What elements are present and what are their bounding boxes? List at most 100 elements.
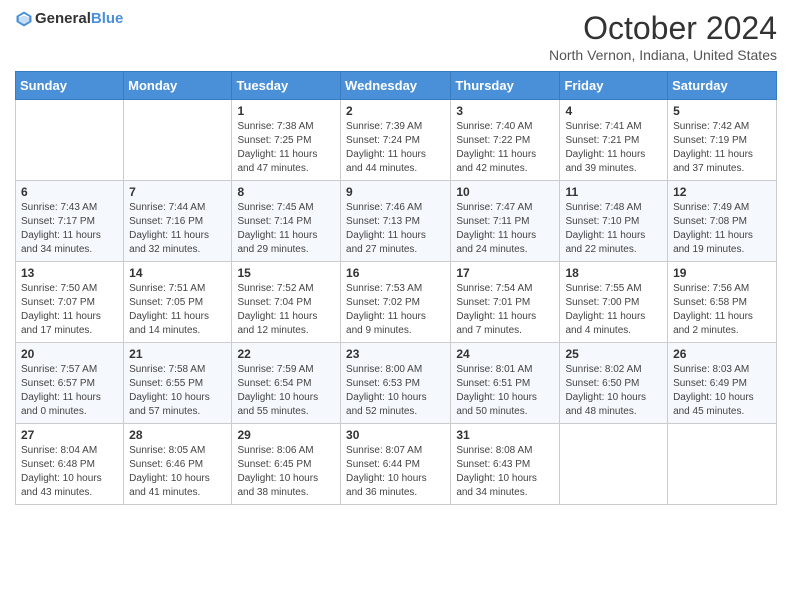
day-info: Sunrise: 8:06 AM Sunset: 6:45 PM Dayligh… xyxy=(237,444,335,500)
day-info: Sunrise: 7:40 AM Sunset: 7:22 PM Dayligh… xyxy=(456,120,554,176)
calendar-cell: 22Sunrise: 7:59 AM Sunset: 6:54 PM Dayli… xyxy=(232,343,341,424)
day-number: 8 xyxy=(237,185,335,199)
day-number: 15 xyxy=(237,266,335,280)
day-info: Sunrise: 7:49 AM Sunset: 7:08 PM Dayligh… xyxy=(673,201,771,257)
day-info: Sunrise: 8:07 AM Sunset: 6:44 PM Dayligh… xyxy=(346,444,445,500)
logo-icon xyxy=(15,10,33,28)
logo-blue: Blue xyxy=(91,10,124,27)
title-block: October 2024 North Vernon, Indiana, Unit… xyxy=(549,10,777,63)
day-number: 25 xyxy=(565,347,662,361)
day-number: 14 xyxy=(129,266,226,280)
day-header-monday: Monday xyxy=(124,72,232,100)
day-info: Sunrise: 7:58 AM Sunset: 6:55 PM Dayligh… xyxy=(129,363,226,419)
calendar-week-row: 27 Sunrise: 8:04 AM Sunset: 6:48 PM Dayli… xyxy=(16,424,777,505)
day-info: Sunrise: 7:55 AM Sunset: 7:00 PM Dayligh… xyxy=(565,282,662,338)
calendar-cell: 15 Sunrise: 7:52 AM Sunset: 7:04 PM Dayli… xyxy=(232,262,341,343)
day-number: 27 xyxy=(21,428,118,442)
calendar-cell: 6 Sunrise: 7:43 AM Sunset: 7:17 PM Daylig… xyxy=(16,181,124,262)
day-number: 23 xyxy=(346,347,445,361)
day-number: 1 xyxy=(237,104,335,118)
calendar-cell: 14 Sunrise: 7:51 AM Sunset: 7:05 PM Dayli… xyxy=(124,262,232,343)
calendar-cell xyxy=(560,424,668,505)
page-header: GeneralBlue October 2024 North Vernon, I… xyxy=(15,10,777,63)
calendar-cell xyxy=(668,424,777,505)
day-header-sunday: Sunday xyxy=(16,72,124,100)
calendar-cell: 27 Sunrise: 8:04 AM Sunset: 6:48 PM Dayli… xyxy=(16,424,124,505)
day-info: Sunrise: 7:51 AM Sunset: 7:05 PM Dayligh… xyxy=(129,282,226,338)
calendar-cell: 7 Sunrise: 7:44 AM Sunset: 7:16 PM Daylig… xyxy=(124,181,232,262)
day-number: 20 xyxy=(21,347,118,361)
day-info: Sunrise: 7:47 AM Sunset: 7:11 PM Dayligh… xyxy=(456,201,554,257)
calendar-cell: 4 Sunrise: 7:41 AM Sunset: 7:21 PM Daylig… xyxy=(560,100,668,181)
day-number: 18 xyxy=(565,266,662,280)
day-info: Sunrise: 7:43 AM Sunset: 7:17 PM Dayligh… xyxy=(21,201,118,257)
day-info: Sunrise: 7:41 AM Sunset: 7:21 PM Dayligh… xyxy=(565,120,662,176)
calendar-cell: 5Sunrise: 7:42 AM Sunset: 7:19 PM Daylig… xyxy=(668,100,777,181)
day-number: 31 xyxy=(456,428,554,442)
calendar-week-row: 13 Sunrise: 7:50 AM Sunset: 7:07 PM Dayli… xyxy=(16,262,777,343)
calendar-cell: 26Sunrise: 8:03 AM Sunset: 6:49 PM Dayli… xyxy=(668,343,777,424)
calendar-cell: 13 Sunrise: 7:50 AM Sunset: 7:07 PM Dayli… xyxy=(16,262,124,343)
calendar-cell: 8Sunrise: 7:45 AM Sunset: 7:14 PM Daylig… xyxy=(232,181,341,262)
day-number: 30 xyxy=(346,428,445,442)
day-info: Sunrise: 8:08 AM Sunset: 6:43 PM Dayligh… xyxy=(456,444,554,500)
day-number: 4 xyxy=(565,104,662,118)
calendar-week-row: 1 Sunrise: 7:38 AM Sunset: 7:25 PM Daylig… xyxy=(16,100,777,181)
day-number: 11 xyxy=(565,185,662,199)
day-info: Sunrise: 7:53 AM Sunset: 7:02 PM Dayligh… xyxy=(346,282,445,338)
calendar-header-row: SundayMondayTuesdayWednesdayThursdayFrid… xyxy=(16,72,777,100)
calendar-cell: 17Sunrise: 7:54 AM Sunset: 7:01 PM Dayli… xyxy=(451,262,560,343)
day-info: Sunrise: 7:52 AM Sunset: 7:04 PM Dayligh… xyxy=(237,282,335,338)
day-info: Sunrise: 7:46 AM Sunset: 7:13 PM Dayligh… xyxy=(346,201,445,257)
calendar-cell: 24 Sunrise: 8:01 AM Sunset: 6:51 PM Dayli… xyxy=(451,343,560,424)
day-number: 10 xyxy=(456,185,554,199)
day-header-thursday: Thursday xyxy=(451,72,560,100)
calendar-cell: 3 Sunrise: 7:40 AM Sunset: 7:22 PM Daylig… xyxy=(451,100,560,181)
day-header-wednesday: Wednesday xyxy=(341,72,451,100)
day-header-friday: Friday xyxy=(560,72,668,100)
calendar-cell: 16Sunrise: 7:53 AM Sunset: 7:02 PM Dayli… xyxy=(341,262,451,343)
calendar-table: SundayMondayTuesdayWednesdayThursdayFrid… xyxy=(15,71,777,505)
day-number: 9 xyxy=(346,185,445,199)
day-header-saturday: Saturday xyxy=(668,72,777,100)
day-number: 26 xyxy=(673,347,771,361)
day-number: 7 xyxy=(129,185,226,199)
day-number: 24 xyxy=(456,347,554,361)
day-number: 29 xyxy=(237,428,335,442)
calendar-cell: 12Sunrise: 7:49 AM Sunset: 7:08 PM Dayli… xyxy=(668,181,777,262)
calendar-cell: 30 Sunrise: 8:07 AM Sunset: 6:44 PM Dayli… xyxy=(341,424,451,505)
calendar-cell: 2 Sunrise: 7:39 AM Sunset: 7:24 PM Daylig… xyxy=(341,100,451,181)
day-number: 6 xyxy=(21,185,118,199)
day-info: Sunrise: 8:04 AM Sunset: 6:48 PM Dayligh… xyxy=(21,444,118,500)
day-info: Sunrise: 7:50 AM Sunset: 7:07 PM Dayligh… xyxy=(21,282,118,338)
day-number: 13 xyxy=(21,266,118,280)
calendar-cell xyxy=(124,100,232,181)
calendar-cell: 20 Sunrise: 7:57 AM Sunset: 6:57 PM Dayli… xyxy=(16,343,124,424)
month-title: October 2024 xyxy=(549,10,777,47)
day-number: 2 xyxy=(346,104,445,118)
day-info: Sunrise: 7:59 AM Sunset: 6:54 PM Dayligh… xyxy=(237,363,335,419)
calendar-cell: 28Sunrise: 8:05 AM Sunset: 6:46 PM Dayli… xyxy=(124,424,232,505)
day-info: Sunrise: 8:01 AM Sunset: 6:51 PM Dayligh… xyxy=(456,363,554,419)
day-info: Sunrise: 7:56 AM Sunset: 6:58 PM Dayligh… xyxy=(673,282,771,338)
day-info: Sunrise: 7:42 AM Sunset: 7:19 PM Dayligh… xyxy=(673,120,771,176)
day-number: 19 xyxy=(673,266,771,280)
day-info: Sunrise: 7:39 AM Sunset: 7:24 PM Dayligh… xyxy=(346,120,445,176)
day-number: 17 xyxy=(456,266,554,280)
logo-general: General xyxy=(35,10,91,27)
calendar-cell: 23 Sunrise: 8:00 AM Sunset: 6:53 PM Dayli… xyxy=(341,343,451,424)
calendar-cell: 9 Sunrise: 7:46 AM Sunset: 7:13 PM Daylig… xyxy=(341,181,451,262)
calendar-cell xyxy=(16,100,124,181)
day-info: Sunrise: 7:38 AM Sunset: 7:25 PM Dayligh… xyxy=(237,120,335,176)
day-header-tuesday: Tuesday xyxy=(232,72,341,100)
calendar-week-row: 20 Sunrise: 7:57 AM Sunset: 6:57 PM Dayli… xyxy=(16,343,777,424)
calendar-cell: 19 Sunrise: 7:56 AM Sunset: 6:58 PM Dayli… xyxy=(668,262,777,343)
day-info: Sunrise: 7:48 AM Sunset: 7:10 PM Dayligh… xyxy=(565,201,662,257)
calendar-week-row: 6 Sunrise: 7:43 AM Sunset: 7:17 PM Daylig… xyxy=(16,181,777,262)
day-info: Sunrise: 8:02 AM Sunset: 6:50 PM Dayligh… xyxy=(565,363,662,419)
day-info: Sunrise: 7:44 AM Sunset: 7:16 PM Dayligh… xyxy=(129,201,226,257)
day-info: Sunrise: 8:00 AM Sunset: 6:53 PM Dayligh… xyxy=(346,363,445,419)
day-info: Sunrise: 7:57 AM Sunset: 6:57 PM Dayligh… xyxy=(21,363,118,419)
day-number: 3 xyxy=(456,104,554,118)
calendar-cell: 25 Sunrise: 8:02 AM Sunset: 6:50 PM Dayli… xyxy=(560,343,668,424)
